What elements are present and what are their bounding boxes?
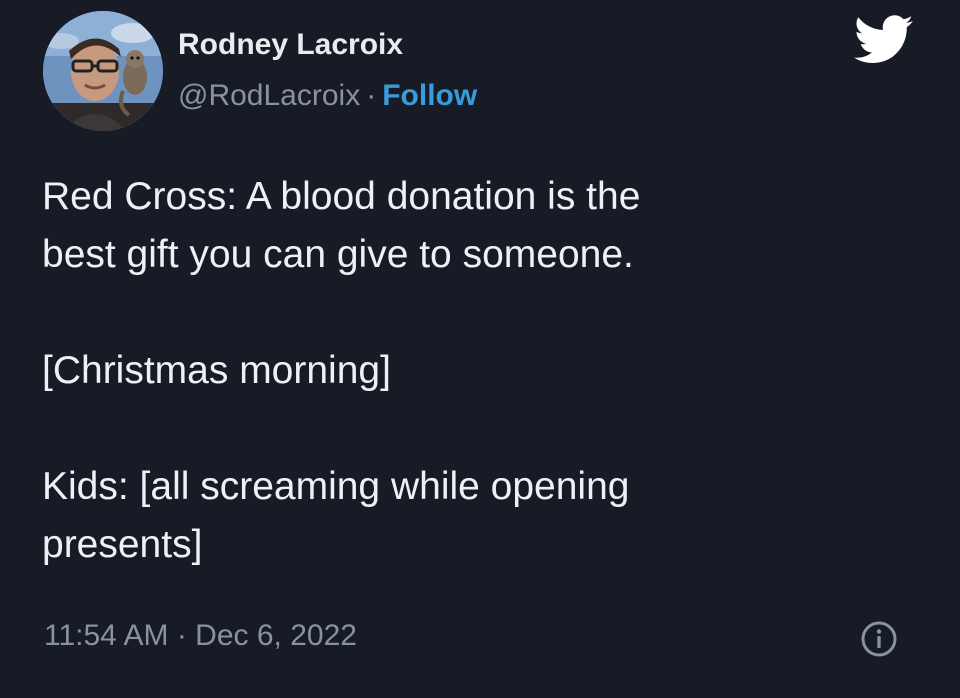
tweet-line: Red Cross: A blood donation is the: [42, 175, 641, 218]
info-icon-graphic: [861, 621, 897, 657]
follow-button[interactable]: Follow: [382, 79, 477, 112]
tweet-line: best gift you can give to someone.: [42, 233, 634, 276]
separator-dot: ·: [366, 79, 377, 112]
tweet-text: Red Cross: A blood donation is the best …: [42, 168, 902, 574]
author-handle[interactable]: @RodLacroix: [178, 79, 360, 112]
avatar[interactable]: [43, 11, 163, 131]
avatar-photo: [43, 11, 163, 131]
tweet-card: Rodney Lacroix @RodLacroix · Follow Red Cr…: [0, 0, 960, 698]
tweet-line: Kids: [all screaming while opening: [42, 465, 630, 508]
tweet-line: [Christmas morning]: [42, 349, 391, 392]
twitter-bird-icon[interactable]: [854, 15, 914, 65]
info-icon[interactable]: [859, 619, 899, 659]
author-name[interactable]: Rodney Lacroix: [178, 27, 403, 63]
handle-row: @RodLacroix · Follow: [178, 78, 477, 114]
twitter-bird-graphic: [854, 15, 913, 63]
tweet-line: presents]: [42, 523, 203, 566]
tweet-timestamp[interactable]: 11:54 AM · Dec 6, 2022: [44, 616, 357, 656]
